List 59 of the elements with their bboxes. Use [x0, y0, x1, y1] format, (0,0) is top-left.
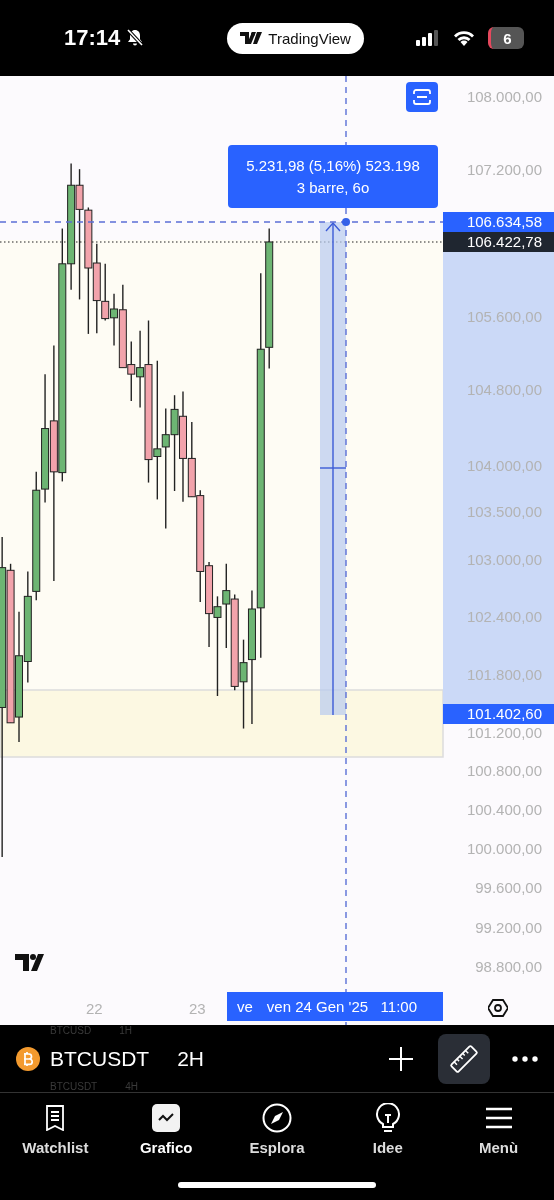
chart-icon [152, 1104, 181, 1132]
list-bookmark-icon [45, 1105, 66, 1131]
tab-item[interactable]: Esplora [227, 1103, 327, 1156]
measure-bars: 3 barre, 6o [296, 179, 370, 196]
crosshair-dot [342, 218, 350, 226]
time-label: 23 [189, 999, 206, 1019]
price-label: 104.800,00 [466, 380, 542, 400]
price-label: 98.800,00 [475, 957, 542, 977]
tab-item[interactable]: Watchlist [5, 1103, 106, 1156]
price-label: 100.000,00 [466, 839, 542, 859]
more-icon[interactable] [512, 1055, 538, 1062]
measure-change: 5.231,98 (5,16%) 523.198 [246, 157, 420, 174]
price-label: 108.000,00 [466, 87, 542, 107]
fullscreen-button[interactable] [406, 82, 438, 112]
price-label: 100.400,00 [466, 800, 542, 820]
battery-indicator: 6 [488, 27, 524, 49]
crosshair-date: ven 24 Gen '25 11:00 [266, 998, 418, 1015]
price-label: 101.800,00 [466, 665, 542, 685]
price-label: 103.500,00 [466, 502, 542, 522]
candle [127, 340, 136, 402]
signal-icon [416, 30, 440, 46]
price-label: 107.200,00 [466, 160, 542, 180]
price-label: 103.000,00 [466, 550, 542, 570]
price-label: 99.600,00 [475, 878, 542, 898]
picker-interval: 4H [125, 1081, 139, 1092]
price-label: 102.400,00 [466, 607, 542, 627]
price-tag: 106.422,78 [443, 232, 554, 252]
price-label: 99.200,00 [475, 918, 542, 938]
muted-bell-icon [125, 28, 146, 48]
tab-item[interactable]: Grafico [116, 1103, 217, 1156]
picker-symbol: BTCUSDT [50, 1081, 98, 1092]
price-label: 100.800,00 [466, 761, 542, 781]
interval-label[interactable]: 2H [177, 1046, 205, 1071]
price-tag: 101.402,60 [443, 704, 554, 724]
price-tag: 106.634,58 [443, 212, 554, 232]
menu-icon [485, 1107, 512, 1129]
picker-interval: 1H [119, 1025, 132, 1036]
ruler-icon [448, 1042, 480, 1075]
add-icon[interactable] [388, 1045, 414, 1072]
price-label: 105.600,00 [466, 307, 542, 327]
logo-icon [240, 32, 263, 44]
compass-icon [262, 1103, 292, 1133]
price-label: 104.000,00 [466, 456, 542, 476]
tradingview-logo-icon [15, 954, 44, 971]
tab-item[interactable]: Menù [448, 1103, 549, 1156]
app-badge[interactable]: TradingView [227, 22, 364, 54]
wifi-icon [452, 29, 476, 47]
date-label-fragment: ve [237, 998, 253, 1015]
symbol-name[interactable]: BTCUSDT [50, 1046, 150, 1071]
lightbulb-icon [374, 1103, 401, 1133]
settings-icon[interactable] [488, 998, 508, 1018]
fullscreen-icon [413, 89, 431, 105]
time-label: 22 [86, 999, 103, 1019]
price-label: 101.200,00 [466, 723, 542, 743]
clock: 17:14 [64, 25, 121, 51]
picker-symbol: BTCUSD [50, 1025, 92, 1036]
bitcoin-icon [16, 1046, 40, 1071]
ruler-button[interactable] [438, 1033, 490, 1084]
tab-item[interactable]: Idee [337, 1103, 438, 1156]
